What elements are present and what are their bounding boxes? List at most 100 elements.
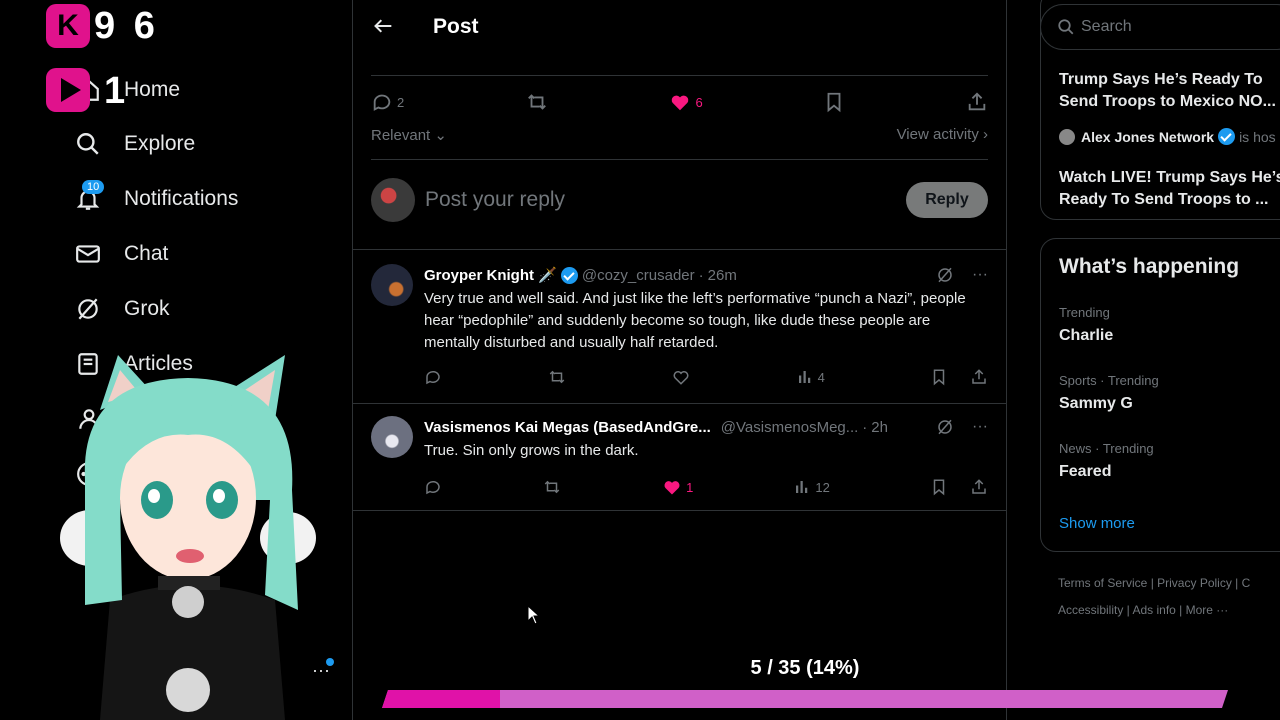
overlay-counter: K 9 6	[46, 4, 159, 48]
views-chart-icon	[796, 481, 808, 493]
like-action[interactable]: 6	[669, 91, 703, 113]
sort-row: Relevant ⌄ View activity ›	[371, 126, 988, 144]
bookmark-icon[interactable]	[930, 368, 948, 386]
like-action[interactable]: 1	[662, 477, 693, 497]
main-column: Post 2 6 Relevant ⌄ View activity › Post…	[352, 0, 1007, 720]
heart-icon[interactable]	[672, 368, 690, 386]
bookmark-icon	[827, 92, 841, 113]
views-action[interactable]: 4	[796, 368, 825, 386]
news-source: Alex Jones Network is hos	[1059, 128, 1276, 145]
nav-grok-label: Grok	[124, 297, 170, 320]
post-action-bar: 2 6	[371, 88, 988, 116]
bookmark-icon[interactable]	[930, 478, 948, 496]
divider	[353, 510, 1006, 511]
reply-composer: Post your reply Reply	[371, 178, 988, 222]
separator-dot: ·	[698, 266, 704, 284]
post-time[interactable]: 26m	[708, 267, 737, 284]
share-icon[interactable]	[970, 368, 988, 386]
divider	[371, 159, 988, 160]
post-time[interactable]: 2h	[871, 419, 888, 436]
tweet-header: Groyper Knight 🗡️ @cozy_crusader · 26m ·…	[424, 266, 988, 284]
news-source-name[interactable]: Alex Jones Network	[1081, 129, 1214, 145]
post-header: Post	[353, 0, 1006, 56]
tweet-action-bar: 1 12	[424, 477, 988, 497]
avatar[interactable]	[371, 264, 413, 306]
nav-explore[interactable]: Explore	[74, 124, 195, 164]
trend-category: News · Trending	[1059, 441, 1154, 456]
trend-category: Trending	[1059, 305, 1110, 320]
reply-icon[interactable]	[424, 368, 442, 386]
news-headline-2a[interactable]: Watch LIVE! Trump Says He’s	[1059, 167, 1280, 189]
tweet-header: Vasismenos Kai Megas (BasedAndGre... @Va…	[424, 418, 988, 436]
tweet-text: True. Sin only grows in the dark.	[424, 442, 639, 459]
reply-tweet[interactable]: Groyper Knight 🗡️ @cozy_crusader · 26m ·…	[353, 250, 1006, 403]
grok-icon	[74, 295, 102, 323]
avatar	[371, 178, 415, 222]
trend-item[interactable]: Feared	[1059, 463, 1111, 481]
tweet-secondary-actions	[930, 478, 988, 496]
more-options-icon[interactable]: ···	[972, 418, 988, 436]
repost-icon[interactable]	[542, 478, 562, 496]
search-input[interactable]: Search	[1040, 4, 1280, 50]
nav-grok[interactable]: Grok	[74, 289, 170, 329]
play-logo-icon	[46, 68, 90, 112]
nav-notifications-label: Notifications	[124, 187, 239, 210]
author-handle[interactable]: @cozy_crusader	[582, 267, 695, 284]
view-activity-link[interactable]: View activity ›	[897, 126, 988, 144]
reply-button[interactable]: Reply	[906, 182, 988, 218]
mouse-cursor-icon	[527, 605, 541, 625]
footer-links-row2[interactable]: Accessibility | Ads info | More ···	[1058, 603, 1228, 617]
share-action[interactable]	[966, 91, 988, 113]
trend-item[interactable]: Sammy G	[1059, 395, 1133, 413]
tweet-header-actions: ···	[936, 266, 988, 284]
reply-icon[interactable]	[424, 478, 442, 496]
tweet-secondary-actions	[930, 368, 988, 386]
avatar[interactable]	[371, 416, 413, 458]
news-headline-1a[interactable]: Trump Says He’s Ready To	[1059, 69, 1263, 91]
views-action[interactable]: 12	[793, 478, 830, 496]
verified-badge-icon	[1218, 128, 1236, 145]
repost-icon[interactable]	[547, 368, 567, 386]
trend-item[interactable]: Charlie	[1059, 327, 1113, 345]
show-more-link[interactable]: Show more	[1059, 515, 1135, 532]
search-placeholder: Search	[1081, 18, 1132, 35]
back-arrow-icon[interactable]	[373, 16, 397, 40]
author-handle[interactable]: @VasismenosMeg...	[721, 419, 859, 436]
nav-explore-label: Explore	[124, 132, 196, 155]
nav-chat-label: Chat	[124, 242, 169, 265]
notification-badge: 10	[82, 180, 105, 194]
nav-chat[interactable]: Chat	[74, 234, 168, 274]
grok-icon[interactable]	[936, 266, 954, 284]
footer-links-row1[interactable]: Terms of Service | Privacy Policy | C	[1058, 576, 1250, 590]
tweet-header-actions: ···	[936, 418, 988, 436]
right-column: Trump Says He’s Ready To Send Troops to …	[1040, 0, 1280, 720]
overlay-counter-value: 9 6	[94, 4, 159, 47]
author-name[interactable]: Vasismenos Kai Megas (BasedAndGre...	[424, 419, 711, 436]
news-headline-1b[interactable]: Send Troops to Mexico NO...	[1059, 91, 1276, 113]
reply-input[interactable]: Post your reply	[425, 188, 906, 212]
source-logo-icon	[1059, 128, 1075, 145]
tweet-action-bar: 4	[424, 368, 988, 386]
whats-happening-title: What’s happening	[1059, 255, 1240, 278]
like-count: 1	[686, 479, 694, 495]
more-options-icon[interactable]: ···	[972, 266, 988, 284]
repost-action[interactable]	[525, 91, 549, 113]
whats-happening-card: What’s happening Trending Charlie Sports…	[1040, 238, 1280, 552]
sort-dropdown[interactable]: Relevant ⌄	[371, 126, 447, 144]
search-icon	[1058, 19, 1074, 35]
overlay-counter-second: 1	[104, 70, 126, 112]
bookmark-action[interactable]	[823, 91, 845, 113]
divider	[371, 75, 988, 76]
views-chart-icon	[798, 371, 810, 383]
page-title: Post	[433, 15, 479, 38]
news-headline-2b[interactable]: Ready To Send Troops to ...	[1059, 189, 1269, 211]
reply-action[interactable]: 2	[371, 91, 404, 113]
share-icon[interactable]	[970, 478, 988, 496]
reply-tweet[interactable]: Vasismenos Kai Megas (BasedAndGre... @Va…	[353, 404, 1006, 510]
view-count: 12	[815, 479, 830, 495]
mail-icon	[74, 240, 102, 268]
search-icon	[74, 130, 102, 158]
grok-icon[interactable]	[936, 418, 954, 436]
progress-bar-fill	[382, 690, 500, 708]
author-name[interactable]: Groyper Knight 🗡️	[424, 266, 557, 284]
